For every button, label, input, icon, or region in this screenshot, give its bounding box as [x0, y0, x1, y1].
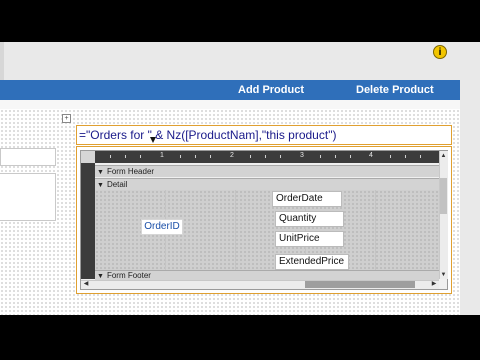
bottom-black-area [0, 315, 460, 360]
ruler-tick [405, 155, 406, 158]
scroll-down-icon[interactable]: ▼ [439, 270, 448, 280]
ruler-tick [195, 155, 196, 158]
section-arrow-icon: ▼ [97, 273, 104, 280]
horizontal-scroll-thumb[interactable] [305, 281, 415, 288]
horizontal-ruler[interactable] [95, 151, 439, 163]
form-header-section-bar[interactable]: ▼ Form Header [95, 165, 439, 177]
ruler-tick [280, 155, 281, 158]
section-label: Form Header [106, 167, 155, 176]
grid-line [375, 190, 376, 270]
ruler-tick [320, 155, 321, 158]
window-top-area [0, 42, 480, 82]
vertical-scrollbar[interactable] [439, 151, 448, 279]
form-footer-section-bar[interactable]: ▼ Form Footer [95, 270, 439, 280]
ruler-label: 3 [300, 152, 304, 159]
scroll-right-icon[interactable]: ▶ [429, 280, 439, 289]
grid-edge [460, 100, 480, 315]
extendedprice-field[interactable]: ExtendedPrice [275, 254, 349, 270]
ruler-tick [420, 155, 421, 158]
expression-textbox[interactable]: ="Orders for " & Nz([ProductNam],"this p… [76, 125, 452, 145]
quantity-field[interactable]: Quantity [275, 211, 344, 227]
section-arrow-icon: ▼ [97, 182, 104, 189]
ruler-tick [250, 155, 251, 158]
orderdate-field[interactable]: OrderDate [272, 191, 342, 207]
left-control[interactable] [0, 173, 56, 221]
ruler-tick [110, 155, 111, 158]
ruler-tick [390, 155, 391, 158]
unitprice-field[interactable]: UnitPrice [275, 231, 344, 247]
scroll-up-icon[interactable]: ▲ [439, 151, 448, 161]
move-handle-icon[interactable]: + [62, 114, 71, 123]
ruler-tick [210, 155, 211, 158]
ruler-tick [180, 155, 181, 158]
detail-section-bar[interactable]: ▼ Detail [95, 178, 439, 190]
mouse-cursor-icon [150, 137, 156, 143]
scroll-left-icon[interactable]: ◀ [81, 280, 91, 289]
section-label: Form Footer [106, 271, 151, 280]
ruler-tick [140, 155, 141, 158]
add-product-button[interactable]: Add Product [238, 82, 308, 98]
window-edge [0, 42, 4, 82]
section-arrow-icon: ▼ [97, 169, 104, 176]
ruler-label: 1 [160, 152, 164, 159]
left-textbox[interactable] [0, 148, 56, 166]
vertical-scroll-thumb[interactable] [440, 178, 447, 214]
orderid-label[interactable]: OrderID [141, 219, 183, 235]
ruler-tick [350, 155, 351, 158]
section-separator [0, 100, 460, 109]
delete-product-button[interactable]: Delete Product [356, 82, 438, 98]
ribbon-edge [460, 80, 480, 100]
ruler-tick [265, 155, 266, 158]
ruler-label: 2 [230, 152, 234, 159]
ruler-corner[interactable] [81, 151, 95, 163]
ruler-tick [335, 155, 336, 158]
ruler-label: 4 [369, 152, 373, 159]
access-design-view: i Add Product Delete Product + ="Orders … [0, 0, 480, 360]
section-label: Detail [106, 180, 128, 189]
ruler-tick [125, 155, 126, 158]
vertical-ruler[interactable] [81, 163, 95, 279]
info-icon[interactable]: i [433, 45, 447, 59]
grid-line [235, 190, 236, 270]
